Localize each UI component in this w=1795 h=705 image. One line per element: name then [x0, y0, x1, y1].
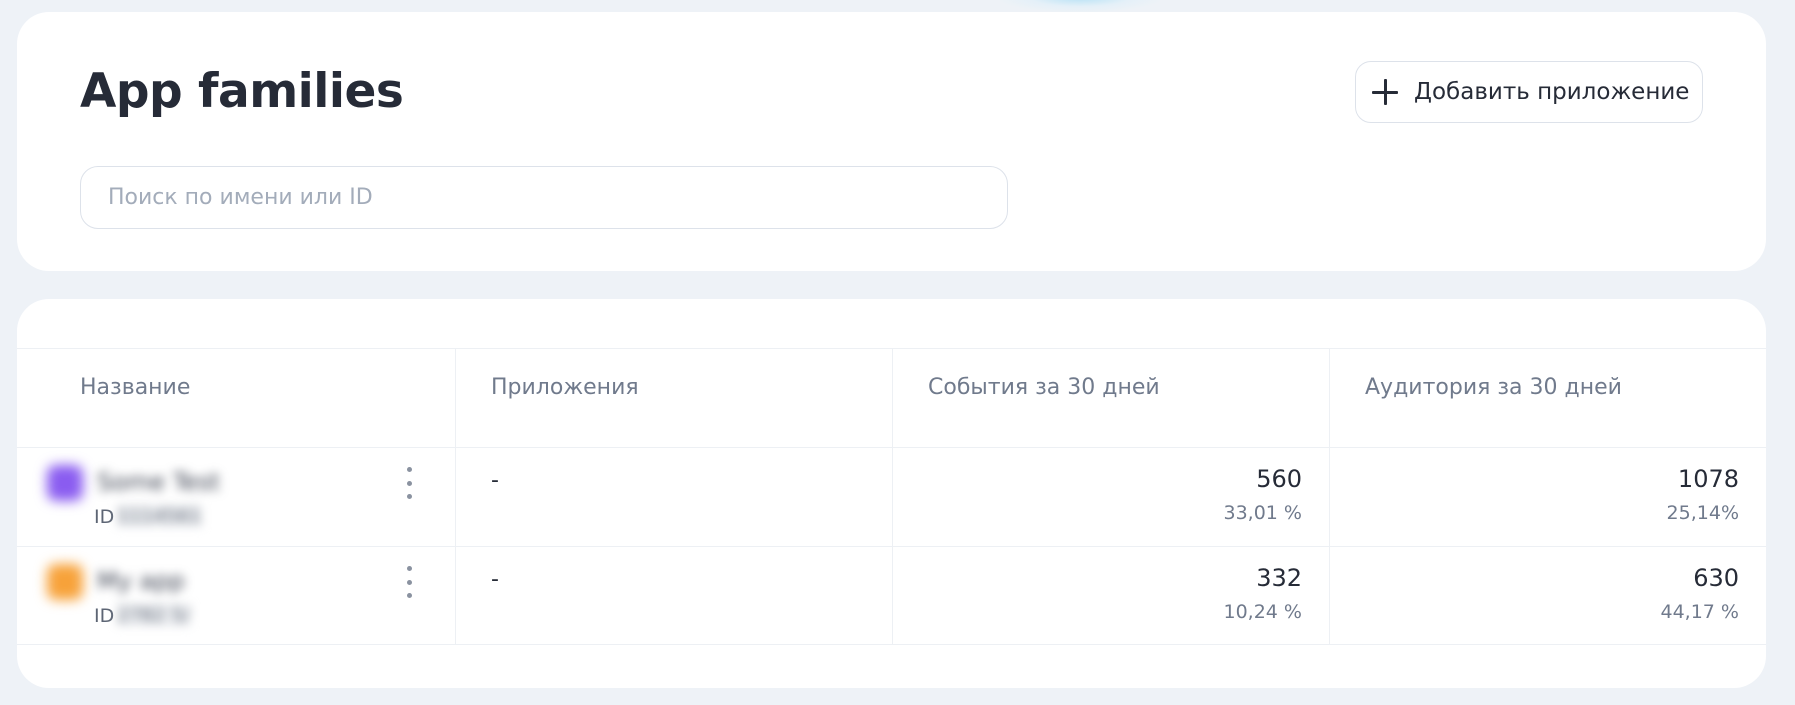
events-percent: 33,01 % [1223, 502, 1303, 524]
page-title: App families [80, 64, 404, 119]
column-header-apps[interactable]: Приложения [455, 349, 892, 447]
column-header-label: Название [80, 375, 191, 400]
column-header-label: Приложения [491, 375, 639, 400]
background-glow [1000, 0, 1160, 12]
table-row[interactable]: My app ID 2782 5/ - 332 10,24 % 630 44,1… [17, 546, 1766, 645]
apps-cell: - [455, 448, 892, 546]
column-header-events[interactable]: События за 30 дней [892, 349, 1329, 447]
events-percent: 10,24 % [1223, 601, 1303, 623]
column-header-label: Аудитория за 30 дней [1365, 375, 1622, 400]
search-input[interactable] [80, 166, 1008, 229]
app-family-name[interactable]: Some Test [97, 468, 220, 496]
apps-value: - [491, 468, 499, 493]
more-actions-icon[interactable] [399, 467, 419, 499]
app-icon [47, 465, 83, 501]
table-card: Название Приложения События за 30 дней А… [17, 299, 1766, 688]
app-families-table: Название Приложения События за 30 дней А… [17, 348, 1766, 645]
add-app-button-label: Добавить приложение [1414, 79, 1690, 105]
id-label: ID [94, 605, 115, 627]
plus-icon [1372, 79, 1398, 105]
id-value: 2782 5/ [117, 604, 190, 626]
apps-value: - [491, 567, 499, 592]
header-card: App families Добавить приложение [17, 12, 1766, 271]
app-family-name[interactable]: My app [97, 567, 185, 595]
name-cell[interactable]: Some Test ID 1114561 [17, 448, 455, 546]
table-row[interactable]: Some Test ID 1114561 - 560 33,01 % 1078 … [17, 447, 1766, 546]
column-header-audience[interactable]: Аудитория за 30 дней [1329, 349, 1766, 447]
audience-value: 1078 [1677, 465, 1739, 493]
app-icon [47, 564, 83, 600]
audience-cell: 1078 25,14% [1329, 448, 1766, 546]
audience-percent: 44,17 % [1660, 601, 1740, 623]
add-app-button[interactable]: Добавить приложение [1355, 61, 1703, 123]
table-header-row: Название Приложения События за 30 дней А… [17, 348, 1766, 447]
id-value: 1114561 [117, 505, 202, 527]
events-cell: 332 10,24 % [892, 547, 1329, 644]
audience-cell: 630 44,17 % [1329, 547, 1766, 644]
more-actions-icon[interactable] [399, 566, 419, 598]
events-value: 560 [1256, 465, 1302, 493]
id-label: ID [94, 506, 115, 528]
name-cell[interactable]: My app ID 2782 5/ [17, 547, 455, 644]
events-cell: 560 33,01 % [892, 448, 1329, 546]
events-value: 332 [1256, 564, 1302, 592]
apps-cell: - [455, 547, 892, 644]
audience-percent: 25,14% [1666, 502, 1739, 524]
column-header-name[interactable]: Название [17, 349, 455, 447]
column-header-label: События за 30 дней [928, 375, 1160, 400]
audience-value: 630 [1693, 564, 1739, 592]
